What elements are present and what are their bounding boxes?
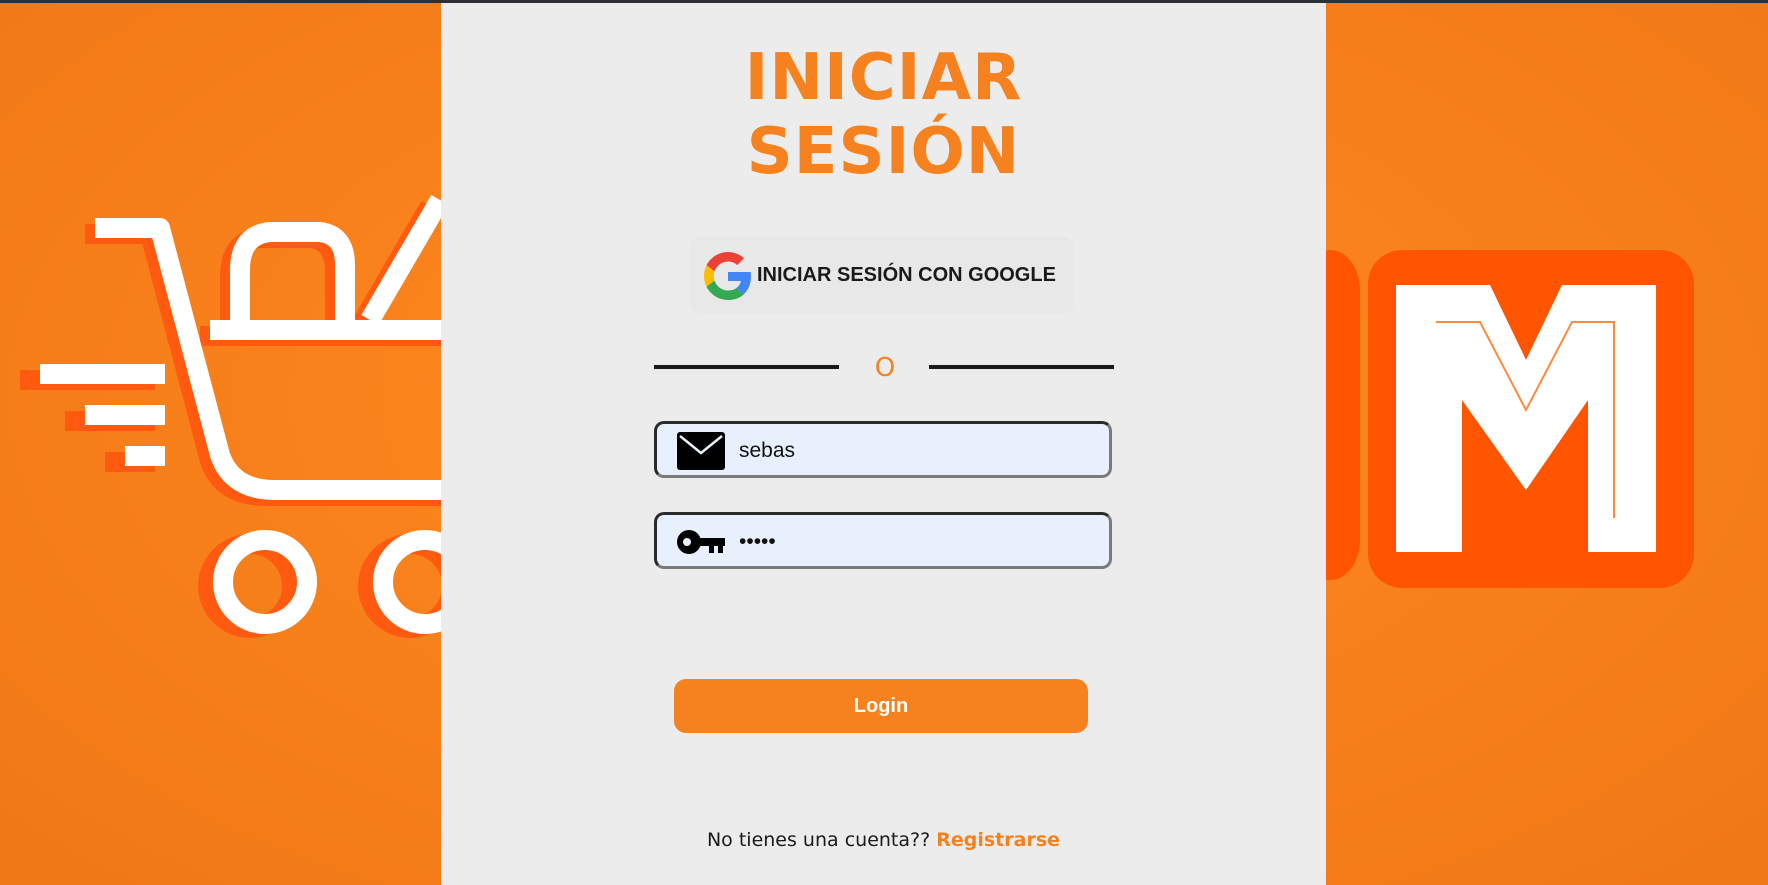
email-input[interactable] — [737, 424, 1101, 477]
shopping-cart-illustration — [20, 194, 477, 638]
envelope-icon — [677, 432, 725, 470]
key-icon — [677, 530, 725, 554]
divider-line-left — [654, 365, 839, 369]
register-link[interactable]: Registrarse — [936, 829, 1060, 851]
password-field — [654, 512, 1112, 569]
password-input[interactable] — [737, 515, 1101, 568]
divider-line-right — [929, 365, 1114, 369]
email-field — [654, 421, 1112, 478]
title-line-1: INICIAR — [744, 41, 1023, 115]
register-prompt: No tienes una cuenta?? Registrarse — [441, 829, 1326, 851]
browser-top-edge — [0, 0, 1768, 3]
page-title: INICIAR SESIÓN — [441, 41, 1326, 189]
google-icon — [704, 252, 751, 300]
divider-text: O — [874, 353, 896, 383]
google-login-label: INICIAR SESIÓN CON GOOGLE — [757, 264, 1056, 286]
google-login-button[interactable]: INICIAR SESIÓN CON GOOGLE — [690, 237, 1074, 313]
title-line-2: SESIÓN — [746, 115, 1021, 189]
login-button[interactable]: Login — [674, 679, 1088, 733]
letter-m-logo — [1300, 250, 1694, 588]
login-panel: INICIAR SESIÓN INICIAR SESIÓN CON GOOGLE… — [441, 3, 1326, 885]
register-prompt-text: No tienes una cuenta?? — [706, 829, 937, 851]
